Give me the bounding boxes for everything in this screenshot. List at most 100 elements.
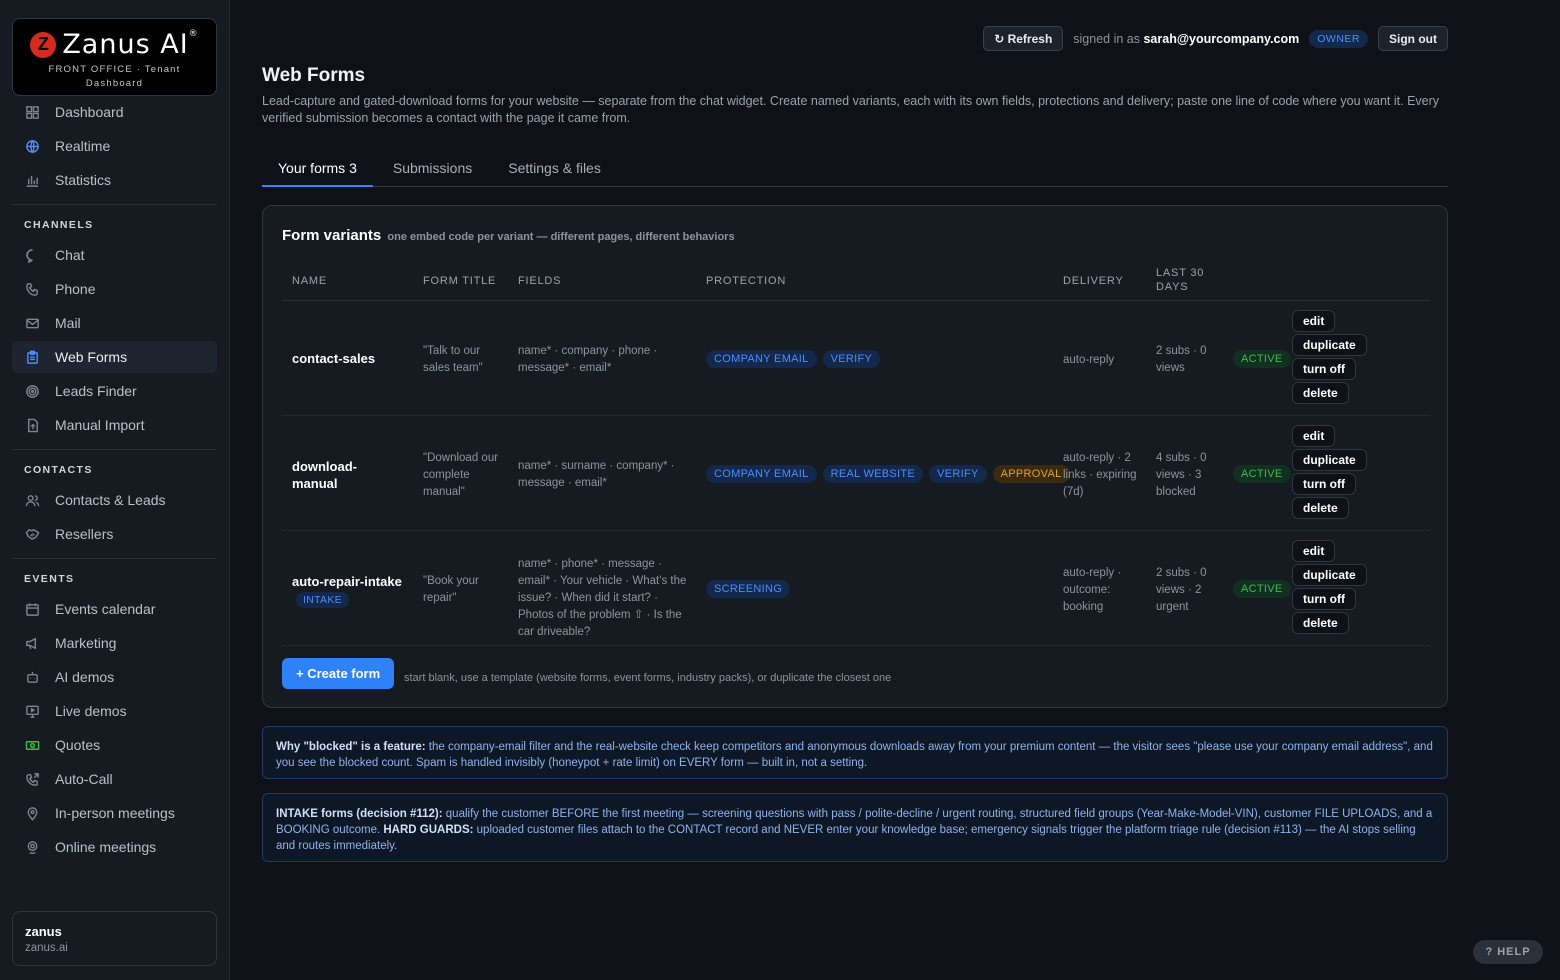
turn-off-button[interactable]: turn off	[1292, 473, 1356, 495]
turn-off-button[interactable]: turn off	[1292, 588, 1356, 610]
col-last-30-days: LAST 30 DAYS	[1156, 267, 1205, 293]
form-name: auto-repair-intake INTAKE	[292, 574, 402, 608]
top-bar: ↻ Refresh signed in as sarah@yourcompany…	[983, 26, 1448, 51]
sidebar-item-label: Quotes	[55, 737, 101, 753]
status-pill: ACTIVE	[1233, 580, 1291, 598]
user-email: sarah@yourcompany.com	[1143, 31, 1300, 46]
monitor-icon	[24, 703, 40, 719]
blocked-info-note: Why "blocked" is a feature: the company-…	[262, 726, 1448, 779]
sidebar-item-ai-demos[interactable]: AI demos	[12, 661, 217, 693]
sidebar-item-label: Web Forms	[55, 349, 128, 365]
sidebar-item-live-demos[interactable]: Live demos	[12, 695, 217, 727]
sidebar-item-label: Dashboard	[55, 104, 124, 120]
role-badge: OWNER	[1309, 29, 1368, 48]
duplicate-button[interactable]: duplicate	[1292, 449, 1367, 471]
user-account-box[interactable]: zanus zanus.ai	[12, 911, 217, 966]
sidebar-item-mail[interactable]: Mail	[12, 307, 217, 339]
form-fields: name* · phone* · message · email* · Your…	[518, 558, 687, 638]
sidebar-item-online-meetings[interactable]: Online meetings	[12, 831, 217, 863]
form-delivery: auto-reply · outcome: booking	[1063, 567, 1122, 613]
sidebar-item-quotes[interactable]: Quotes	[12, 729, 217, 761]
col-delivery: DELIVERY	[1063, 275, 1124, 287]
note-title: INTAKE forms (decision #112):	[276, 808, 443, 820]
sidebar-item-statistics[interactable]: Statistics	[12, 164, 217, 196]
sidebar-item-auto-call[interactable]: Auto-Call	[12, 763, 217, 795]
turn-off-button[interactable]: turn off	[1292, 358, 1356, 380]
sidebar-item-marketing[interactable]: Marketing	[12, 627, 217, 659]
sidebar-item-label: Mail	[55, 315, 81, 331]
sidebar: Z Zanus AI® FRONT OFFICE · Tenant Dashboa…	[0, 0, 230, 980]
edit-button[interactable]: edit	[1292, 425, 1336, 447]
protection-pills: SCREENING	[706, 580, 791, 598]
brand-name: Zanus AI®	[62, 29, 199, 60]
table-row: auto-repair-intake INTAKE "Book your rep…	[282, 531, 1430, 646]
tab-submissions[interactable]: Submissions	[377, 150, 488, 186]
section-title-channels: CHANNELS	[24, 219, 94, 231]
megaphone-icon	[24, 635, 40, 651]
create-form-hint: start blank, use a template (website for…	[404, 672, 892, 684]
tab-bar: Your forms 3 Submissions Settings & file…	[262, 150, 1448, 187]
sidebar-item-phone[interactable]: Phone	[12, 273, 217, 305]
sidebar-item-manual-import[interactable]: Manual Import	[12, 409, 217, 441]
sidebar-item-label: Live demos	[55, 703, 127, 719]
form-variants-card: Form variants one embed code per variant…	[262, 205, 1448, 708]
divider	[12, 449, 217, 450]
sidebar-item-label: Statistics	[55, 172, 112, 188]
sidebar-item-label: Auto-Call	[55, 771, 113, 787]
form-delivery: auto-reply · 2 links · expiring (7d)	[1063, 452, 1137, 498]
edit-button[interactable]: edit	[1292, 310, 1336, 332]
sidebar-item-label: Realtime	[55, 138, 111, 154]
card-subtitle: one embed code per variant — different p…	[387, 231, 735, 243]
video-pin-icon	[24, 839, 40, 855]
duplicate-button[interactable]: duplicate	[1292, 334, 1367, 356]
sidebar-item-resellers[interactable]: Resellers	[12, 518, 217, 550]
sign-out-button[interactable]: Sign out	[1378, 26, 1448, 51]
user-name: zanus	[25, 924, 62, 939]
section-title-events: EVENTS	[24, 573, 75, 585]
form-fields: name* · surname · company* · message · e…	[518, 460, 675, 489]
help-button[interactable]: ? HELP	[1473, 940, 1543, 964]
status-badge: ACTIVE	[1233, 580, 1291, 598]
create-form-button[interactable]: + Create form	[282, 658, 395, 689]
bar-chart-icon	[24, 172, 40, 188]
sidebar-item-realtime[interactable]: Realtime	[12, 130, 217, 162]
col-form-title: FORM TITLE	[423, 275, 497, 287]
form-name: download-manual	[292, 459, 357, 491]
protection-pills: COMPANY EMAIL REAL WEBSITE VERIFY APPROV…	[706, 465, 1070, 483]
sidebar-item-web-forms[interactable]: Web Forms	[12, 341, 217, 373]
delete-button[interactable]: delete	[1292, 612, 1349, 634]
sidebar-item-label: Chat	[55, 247, 85, 263]
clipboard-icon	[24, 349, 40, 365]
file-upload-icon	[24, 417, 40, 433]
sidebar-item-in-person-meetings[interactable]: In-person meetings	[12, 797, 217, 829]
phone-icon	[24, 281, 40, 297]
sidebar-item-contacts-leads[interactable]: Contacts & Leads	[12, 484, 217, 516]
sidebar-item-label: Phone	[55, 281, 96, 297]
duplicate-button[interactable]: duplicate	[1292, 564, 1367, 586]
delete-button[interactable]: delete	[1292, 382, 1349, 404]
sidebar-item-chat[interactable]: Chat	[12, 239, 217, 271]
sidebar-item-events-calendar[interactable]: Events calendar	[12, 593, 217, 625]
brand-logo[interactable]: Z Zanus AI® FRONT OFFICE · Tenant Dashboa…	[12, 18, 217, 96]
target-icon	[24, 383, 40, 399]
table-row: download-manual "Download our complete m…	[282, 416, 1430, 531]
sidebar-item-label: AI demos	[55, 669, 115, 685]
card-title: Form variants one embed code per variant…	[282, 227, 735, 244]
status-badge: ACTIVE	[1233, 350, 1291, 368]
form-title: "Book your repair"	[423, 575, 479, 604]
sidebar-item-leads-finder[interactable]: Leads Finder	[12, 375, 217, 407]
sidebar-item-dashboard[interactable]: Dashboard	[12, 96, 217, 128]
protection-badge: VERIFY	[822, 350, 881, 368]
page-title: Web Forms	[262, 65, 366, 86]
money-icon	[24, 737, 40, 753]
tab-settings-files[interactable]: Settings & files	[492, 150, 617, 186]
refresh-button[interactable]: ↻ Refresh	[983, 26, 1064, 51]
edit-button[interactable]: edit	[1292, 540, 1336, 562]
tab-your-forms[interactable]: Your forms 3	[262, 150, 373, 187]
status-pill: ACTIVE	[1233, 465, 1291, 483]
mail-icon	[24, 315, 40, 331]
form-stats: 2 subs · 0 views	[1156, 345, 1207, 374]
delete-button[interactable]: delete	[1292, 497, 1349, 519]
col-name: NAME	[292, 275, 327, 287]
users-icon	[24, 492, 40, 508]
